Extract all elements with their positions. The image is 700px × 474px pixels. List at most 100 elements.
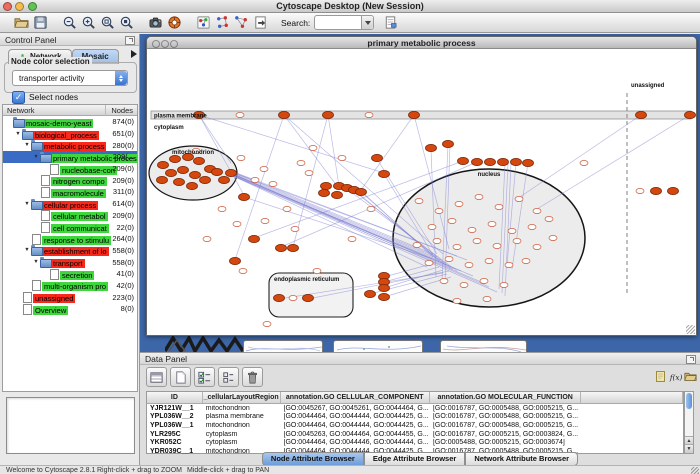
tab-network-attribute-browser[interactable]: Network Attribute Browser: [465, 452, 578, 466]
graph-node-outline[interactable]: [233, 221, 241, 226]
float-panel-icon[interactable]: [686, 355, 696, 364]
graph-node[interactable]: [651, 187, 662, 194]
graph-node[interactable]: [239, 193, 250, 200]
create-network-button[interactable]: [214, 14, 231, 31]
graph-node-outline[interactable]: [283, 206, 291, 211]
graph-node[interactable]: [219, 176, 230, 183]
graph-node-outline[interactable]: [493, 243, 501, 248]
graph-node-outline[interactable]: [453, 298, 461, 303]
network-window-titlebar[interactable]: primary metabolic process: [147, 37, 696, 49]
scrollbar-thumb[interactable]: [686, 393, 692, 409]
import-table-button[interactable]: [684, 370, 697, 383]
column-header-filler[interactable]: [581, 392, 683, 403]
graph-node[interactable]: [303, 294, 314, 301]
graph-node-outline[interactable]: [445, 256, 453, 261]
zoom-fit-button[interactable]: [118, 14, 135, 31]
graph-node[interactable]: [365, 290, 376, 297]
graph-node[interactable]: [372, 154, 383, 161]
vizmapper-button[interactable]: [195, 14, 212, 31]
float-panel-icon[interactable]: [125, 36, 135, 45]
graph-node-outline[interactable]: [261, 218, 269, 223]
graph-node-outline[interactable]: [460, 282, 468, 287]
graph-node[interactable]: [319, 189, 330, 196]
graph-node-outline[interactable]: [338, 155, 346, 160]
graph-node[interactable]: [194, 157, 205, 164]
window-resize-grip[interactable]: [686, 325, 695, 334]
graph-node[interactable]: [458, 157, 469, 164]
graph-node-outline[interactable]: [305, 170, 313, 175]
table-row[interactable]: YLR295Ccytoplasm[GO:0045263, GO:0044464,…: [147, 430, 683, 439]
graph-node[interactable]: [332, 191, 343, 198]
open-file-button[interactable]: [13, 14, 30, 31]
graph-node[interactable]: [409, 111, 420, 118]
select-nodes-checkbox[interactable]: ✓: [12, 91, 25, 104]
modify-attributes-button[interactable]: [194, 367, 215, 387]
delete-attribute-button[interactable]: [242, 367, 263, 387]
snapshot-button[interactable]: [147, 14, 164, 31]
zoom-window-icon[interactable]: [28, 2, 37, 11]
column-header[interactable]: annotation.GO MOLECULAR_FUNCTION: [430, 392, 581, 403]
graph-node-outline[interactable]: [239, 268, 247, 273]
graph-node-outline[interactable]: [269, 181, 277, 186]
graph-node[interactable]: [511, 158, 522, 165]
graph-node-outline[interactable]: [580, 160, 588, 165]
graph-node-outline[interactable]: [549, 235, 557, 240]
close-window-icon[interactable]: [3, 2, 12, 11]
graph-node-outline[interactable]: [413, 242, 421, 247]
graph-node-outline[interactable]: [433, 238, 441, 243]
graph-node-outline[interactable]: [480, 278, 488, 283]
graph-node-outline[interactable]: [533, 244, 541, 249]
create-attribute-button[interactable]: [170, 367, 191, 387]
graph-node[interactable]: [426, 144, 437, 151]
help-plugins-button[interactable]: [166, 14, 183, 31]
graph-node[interactable]: [379, 293, 390, 300]
graph-node[interactable]: [288, 244, 299, 251]
expand-arrow-icon[interactable]: ▼: [14, 131, 22, 137]
graph-node-outline[interactable]: [533, 208, 541, 213]
graph-node-outline[interactable]: [297, 160, 305, 165]
tab-edge-attribute-browser[interactable]: Edge Attribute Browser: [364, 452, 465, 466]
expand-arrow-icon[interactable]: ▼: [23, 201, 31, 207]
graph-node-outline[interactable]: [473, 238, 481, 243]
graph-node[interactable]: [190, 171, 201, 178]
list-attributes-button[interactable]: [218, 367, 239, 387]
graph-node-outline[interactable]: [415, 198, 423, 203]
graph-node-outline[interactable]: [263, 321, 271, 326]
graph-node[interactable]: [379, 170, 390, 177]
graph-node[interactable]: [276, 244, 287, 251]
graph-node-outline[interactable]: [455, 201, 463, 206]
graph-node[interactable]: [230, 257, 241, 264]
graph-node[interactable]: [323, 111, 334, 118]
expand-arrow-icon[interactable]: ▼: [23, 247, 31, 253]
graph-node[interactable]: [212, 168, 223, 175]
network-tree-item[interactable]: Overview8(0): [3, 303, 137, 315]
table-row[interactable]: YPL036W__2plasma membrane[GO:0044464, GO…: [147, 413, 683, 422]
graph-node[interactable]: [226, 169, 237, 176]
graph-node-outline[interactable]: [505, 262, 513, 267]
graph-node[interactable]: [636, 111, 647, 118]
graph-node[interactable]: [174, 178, 185, 185]
table-row[interactable]: YKR052Ccytoplasm[GO:0044464, GO:0044446,…: [147, 438, 683, 447]
graph-node[interactable]: [158, 161, 169, 168]
expand-arrow-icon[interactable]: ▼: [32, 154, 40, 160]
table-row[interactable]: YPL036W__1mitochondrion[GO:0044464, GO:0…: [147, 421, 683, 430]
graph-node-outline[interactable]: [513, 238, 521, 243]
save-session-button[interactable]: [32, 14, 49, 31]
graph-node-outline[interactable]: [515, 196, 523, 201]
select-attributes-button[interactable]: [146, 367, 167, 387]
graph-node-outline[interactable]: [435, 208, 443, 213]
graph-node[interactable]: [249, 235, 260, 242]
graph-node-outline[interactable]: [251, 177, 259, 182]
graph-node-outline[interactable]: [440, 278, 448, 283]
graph-node-outline[interactable]: [236, 112, 244, 117]
minimized-window[interactable]: [243, 340, 323, 352]
graph-node-outline[interactable]: [428, 224, 436, 229]
graph-node-outline[interactable]: [309, 145, 317, 150]
graph-node-outline[interactable]: [488, 221, 496, 226]
graph-node-outline[interactable]: [291, 226, 299, 231]
graph-node-outline[interactable]: [367, 206, 375, 211]
graph-node[interactable]: [157, 176, 168, 183]
graph-node-outline[interactable]: [448, 218, 456, 223]
destroy-network-button[interactable]: [233, 14, 250, 31]
graph-node-outline[interactable]: [485, 258, 493, 263]
